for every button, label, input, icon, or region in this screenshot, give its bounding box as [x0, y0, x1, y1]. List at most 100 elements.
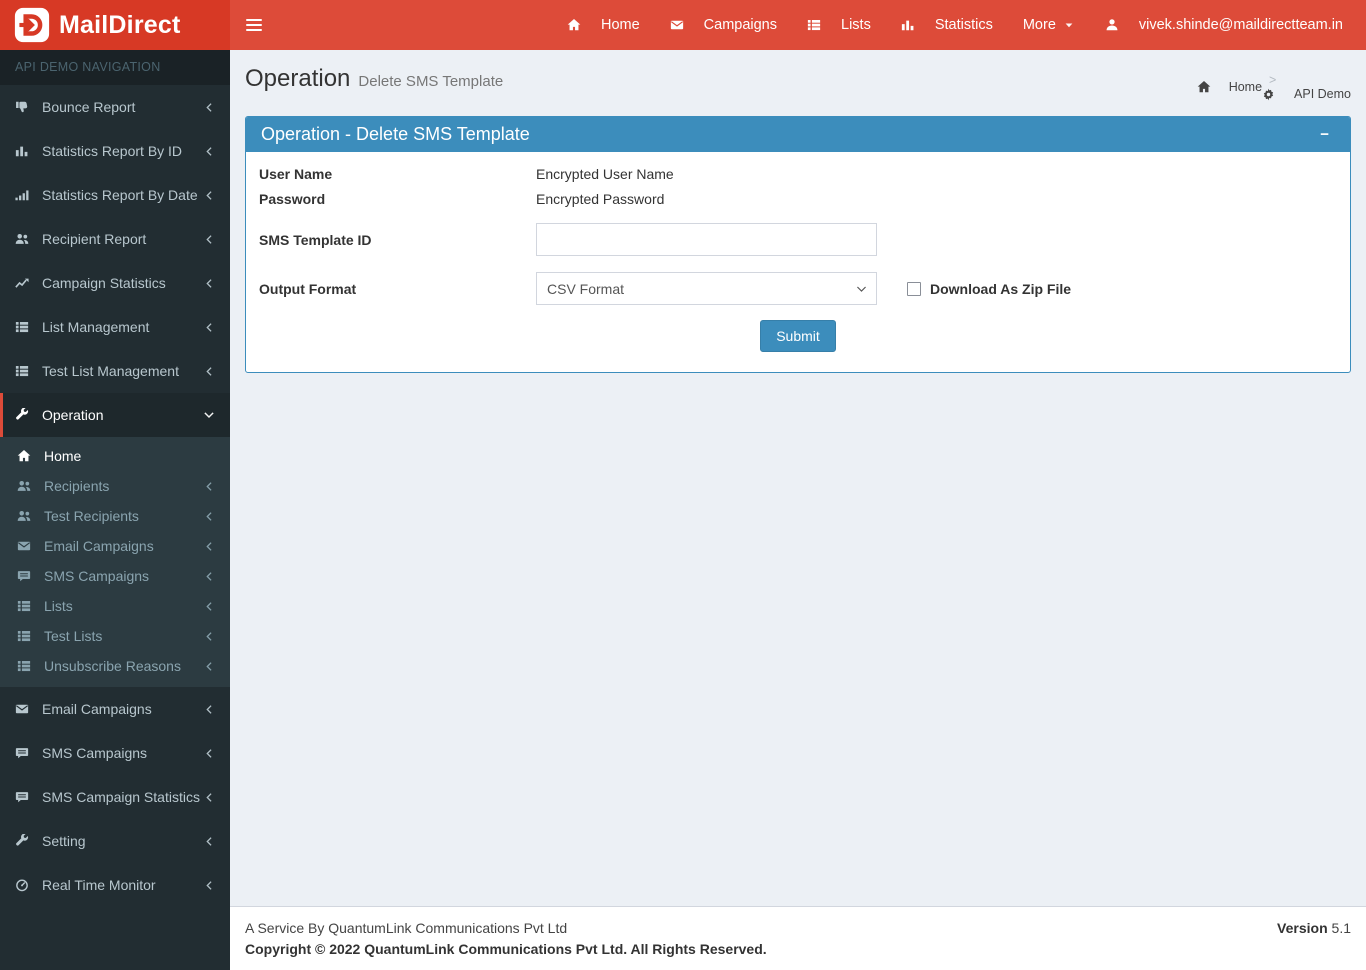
sidebar-item-sms-campaigns[interactable]: SMS Campaigns: [0, 731, 230, 775]
comment-icon: [15, 790, 36, 804]
username-value: Encrypted User Name: [536, 166, 674, 182]
sidebar-submenu: Home Recipients Test Recipients Email Campa…: [0, 437, 230, 687]
sidebar-item-statistics-report-by-id[interactable]: Statistics Report By ID: [0, 129, 230, 173]
sidebar-item-label: Test Lists: [44, 628, 103, 644]
chevron-left-icon: [204, 278, 215, 289]
breadcrumb: Home API Demo: [1197, 73, 1351, 101]
panel-body: User Name Encrypted User Name Password E…: [246, 152, 1350, 372]
output-format-select[interactable]: CSV Format: [536, 272, 877, 305]
breadcrumb-home[interactable]: Home: [1197, 80, 1262, 94]
chevron-left-icon: [204, 190, 215, 201]
sidebar-subitem-sms-campaigns[interactable]: SMS Campaigns: [0, 561, 230, 591]
sidebar: API DEMO NAVIGATION Bounce Report Statist…: [0, 50, 230, 970]
sidebar-section-header: API DEMO NAVIGATION: [0, 50, 230, 85]
page-title-text: Operation: [245, 65, 351, 92]
sidebar-item-label: Home: [44, 448, 82, 464]
chevron-left-icon: [204, 322, 215, 333]
list-icon: [807, 18, 828, 32]
template-id-row: SMS Template ID: [259, 223, 1337, 256]
list-icon: [15, 364, 36, 378]
sidebar-item-label: Campaign Statistics: [42, 275, 166, 291]
nav-item-campaigns[interactable]: Campaigns: [655, 0, 792, 50]
nav-item-label: Campaigns: [703, 17, 777, 33]
submit-button[interactable]: Submit: [760, 320, 836, 352]
download-zip-label: Download As Zip File: [930, 280, 1072, 297]
page-footer: A Service By QuantumLink Communications …: [230, 906, 1366, 970]
nav-item-statistics[interactable]: Statistics: [886, 0, 1008, 50]
sidebar-subitem-test-lists[interactable]: Test Lists: [0, 621, 230, 651]
sidebar-item-test-list-management[interactable]: Test List Management: [0, 349, 230, 393]
envelope-icon: [670, 18, 691, 32]
chevron-left-icon: [204, 601, 215, 612]
sidebar-item-label: List Management: [42, 319, 150, 335]
sidebar-subitem-test-recipients[interactable]: Test Recipients: [0, 501, 230, 531]
nav-item-home[interactable]: Home: [552, 0, 655, 50]
envelope-icon: [17, 539, 38, 553]
sidebar-item-statistics-report-by-date[interactable]: Statistics Report By Date: [0, 173, 230, 217]
navbar-menu: Home Campaigns Lists Statistics More vivek.sh…: [552, 0, 1358, 50]
download-zip-option[interactable]: Download As Zip File: [907, 281, 1071, 297]
page-subtitle: Delete SMS Template: [358, 73, 504, 90]
sidebar-subitem-unsubscribe-reasons[interactable]: Unsubscribe Reasons: [0, 651, 230, 681]
sidebar-item-label: Statistics Report By ID: [42, 143, 183, 159]
chevron-left-icon: [204, 748, 215, 759]
nav-item-vivek-shinde-maildirectteam-in[interactable]: vivek.shinde@maildirectteam.in: [1090, 0, 1358, 50]
sidebar-item-label: Test Recipients: [44, 508, 139, 524]
version-label: Version: [1277, 920, 1328, 936]
comment-icon: [17, 569, 38, 583]
nav-item-more[interactable]: More: [1008, 0, 1090, 50]
sidebar-subitem-home[interactable]: Home: [0, 441, 230, 471]
sidebar-item-real-time-monitor[interactable]: Real Time Monitor: [0, 863, 230, 907]
sidebar-subitem-lists[interactable]: Lists: [0, 591, 230, 621]
sidebar-item-sms-campaign-statistics[interactable]: SMS Campaign Statistics: [0, 775, 230, 819]
brand-logo[interactable]: MailDirect: [0, 0, 230, 50]
template-id-input[interactable]: [536, 223, 877, 256]
content-header: Operation Delete SMS Template Home API Dem…: [230, 50, 1366, 101]
sidebar-item-label: SMS Campaigns: [42, 745, 148, 761]
top-header: MailDirect Home Campaigns Lists Statistics M…: [0, 0, 1366, 50]
home-icon: [1197, 80, 1218, 94]
panel-header: Operation - Delete SMS Template −: [246, 117, 1350, 152]
users-icon: [15, 232, 36, 246]
sidebar-subitem-recipients[interactable]: Recipients: [0, 471, 230, 501]
sidebar-item-label: SMS Campaign Statistics: [42, 789, 200, 805]
breadcrumb-api-demo[interactable]: API Demo: [1262, 87, 1351, 101]
nav-item-lists[interactable]: Lists: [792, 0, 886, 50]
sidebar-item-operation[interactable]: Operation: [0, 393, 230, 437]
chevron-down-icon: [203, 409, 215, 421]
sidebar-item-email-campaigns[interactable]: Email Campaigns: [0, 687, 230, 731]
line-chart-icon: [15, 276, 36, 290]
password-value: Encrypted Password: [536, 191, 665, 207]
sidebar-subitem-email-campaigns[interactable]: Email Campaigns: [0, 531, 230, 561]
bar-chart-icon: [901, 18, 922, 32]
sidebar-item-bounce-report[interactable]: Bounce Report: [0, 85, 230, 129]
maildirect-logo-icon: [14, 7, 50, 43]
chevron-left-icon: [204, 571, 215, 582]
sidebar-item-setting[interactable]: Setting: [0, 819, 230, 863]
chevron-left-icon: [204, 631, 215, 642]
sidebar-item-label: Statistics Report By Date: [42, 187, 198, 203]
hamburger-icon: [246, 16, 262, 34]
chevron-left-icon: [204, 792, 215, 803]
sidebar-toggle-button[interactable]: [230, 0, 278, 50]
sidebar-item-campaign-statistics[interactable]: Campaign Statistics: [0, 261, 230, 305]
sidebar-item-list-management[interactable]: List Management: [0, 305, 230, 349]
collapse-panel-button[interactable]: −: [1314, 125, 1335, 144]
template-id-label: SMS Template ID: [259, 231, 372, 248]
chevron-left-icon: [204, 102, 215, 113]
chevron-left-icon: [204, 366, 215, 377]
footer-version: Version 5.1: [1277, 920, 1351, 957]
username-label: User Name: [259, 166, 333, 182]
wrench-icon: [15, 834, 36, 848]
chevron-left-icon: [204, 661, 215, 672]
sidebar-item-label: Setting: [42, 833, 86, 849]
sidebar-item-recipient-report[interactable]: Recipient Report: [0, 217, 230, 261]
content-wrapper: Operation Delete SMS Template Home API Dem…: [230, 0, 1366, 970]
gear-icon: [1262, 88, 1283, 101]
chevron-left-icon: [204, 511, 215, 522]
footer-service-line: A Service By QuantumLink Communications …: [245, 920, 568, 936]
chevron-left-icon: [204, 704, 215, 715]
download-zip-checkbox[interactable]: [907, 281, 921, 296]
signal-icon: [15, 188, 36, 202]
user-icon: [1105, 18, 1126, 32]
